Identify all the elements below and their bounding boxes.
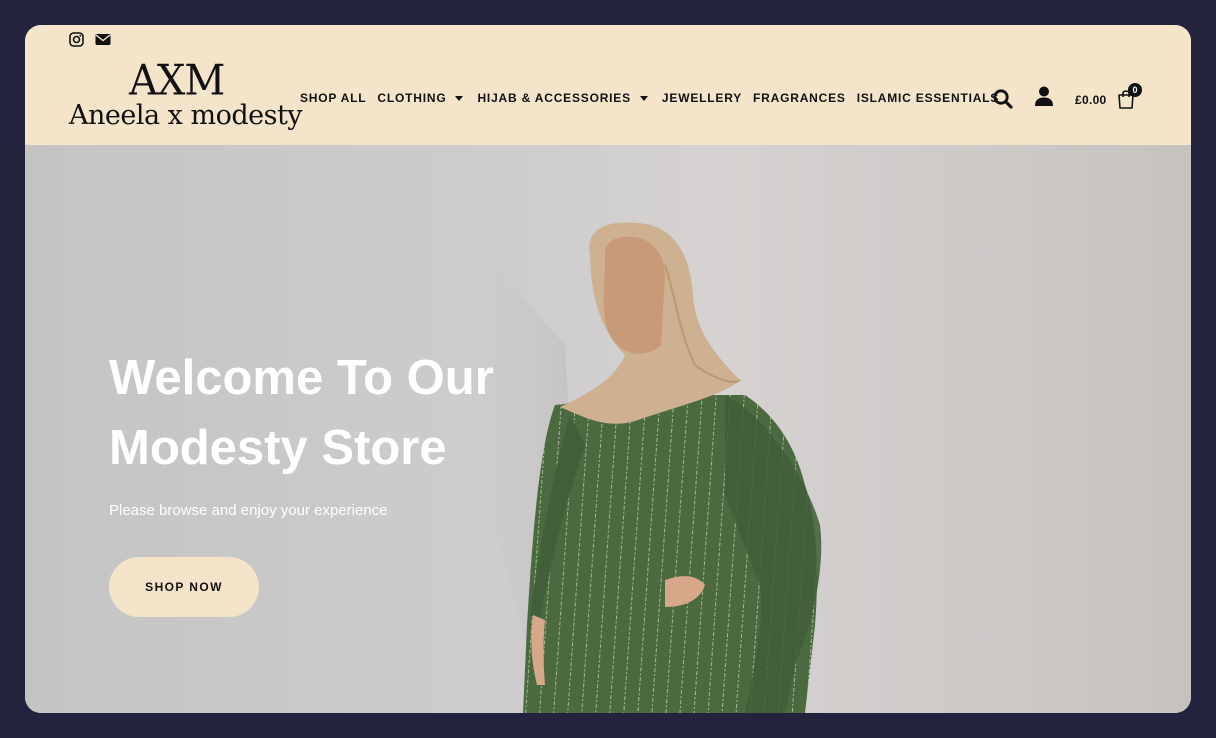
email-icon[interactable] bbox=[95, 32, 111, 47]
hero-title-line1: Welcome To Our bbox=[109, 351, 494, 405]
logo-monogram: AXM bbox=[129, 56, 225, 106]
site-logo[interactable]: AXM Aneela x modesty bbox=[69, 56, 303, 138]
shop-now-button[interactable]: SHOP NOW bbox=[109, 557, 259, 617]
nav-label: ISLAMIC ESSENTIALS bbox=[856, 91, 1000, 105]
nav-label: CLOTHING bbox=[377, 91, 447, 105]
nav-fragrances[interactable]: FRAGRANCES bbox=[753, 91, 846, 105]
cart-total[interactable]: £0.00 bbox=[1075, 93, 1107, 107]
account-icon[interactable] bbox=[1033, 85, 1055, 109]
nav-label: SHOP ALL bbox=[300, 91, 367, 105]
site-header: AXM Aneela x modesty SHOP ALL CLOTHING H… bbox=[25, 25, 1191, 145]
main-nav: SHOP ALL CLOTHING HIJAB & ACCESSORIES JE… bbox=[300, 91, 1010, 105]
hero-subtitle: Please browse and enjoy your experience bbox=[109, 502, 388, 519]
hero-banner: Welcome To Our Modesty Store Please brow… bbox=[25, 145, 1191, 713]
hero-title: Welcome To Our Modesty Store bbox=[109, 343, 629, 483]
nav-label: FRAGRANCES bbox=[753, 91, 846, 105]
nav-label: JEWELLERY bbox=[661, 91, 743, 105]
instagram-icon[interactable] bbox=[69, 32, 84, 47]
nav-islamic-essentials[interactable]: ISLAMIC ESSENTIALS bbox=[857, 91, 999, 105]
nav-shop-all[interactable]: SHOP ALL bbox=[300, 91, 366, 105]
nav-hijab-accessories[interactable]: HIJAB & ACCESSORIES bbox=[477, 91, 650, 105]
nav-jewellery[interactable]: JEWELLERY bbox=[662, 91, 742, 105]
caret-down-icon bbox=[639, 95, 648, 101]
logo-wordmark: Aneela x modesty bbox=[69, 100, 303, 131]
nav-clothing[interactable]: CLOTHING bbox=[377, 91, 466, 105]
social-links bbox=[69, 32, 111, 47]
search-icon[interactable] bbox=[992, 88, 1014, 110]
nav-label: HIJAB & ACCESSORIES bbox=[477, 91, 631, 105]
cart-count-badge: 0 bbox=[1128, 83, 1142, 97]
browser-frame: AXM Aneela x modesty SHOP ALL CLOTHING H… bbox=[25, 25, 1191, 713]
caret-down-icon bbox=[455, 95, 464, 101]
hero-title-line2: Modesty Store bbox=[109, 421, 447, 475]
